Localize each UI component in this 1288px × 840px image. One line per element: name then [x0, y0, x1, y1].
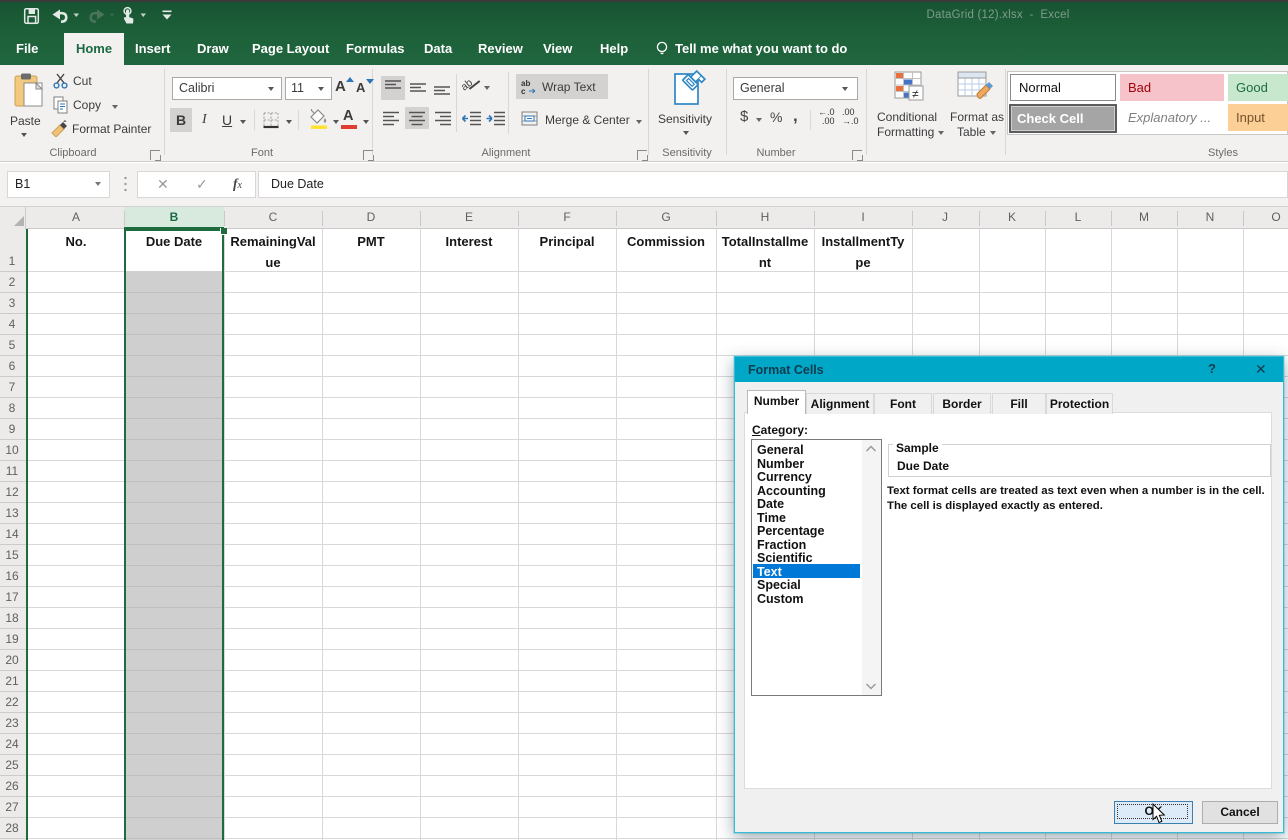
svg-text:c: c	[521, 87, 526, 95]
svg-text:≠: ≠	[912, 87, 919, 101]
